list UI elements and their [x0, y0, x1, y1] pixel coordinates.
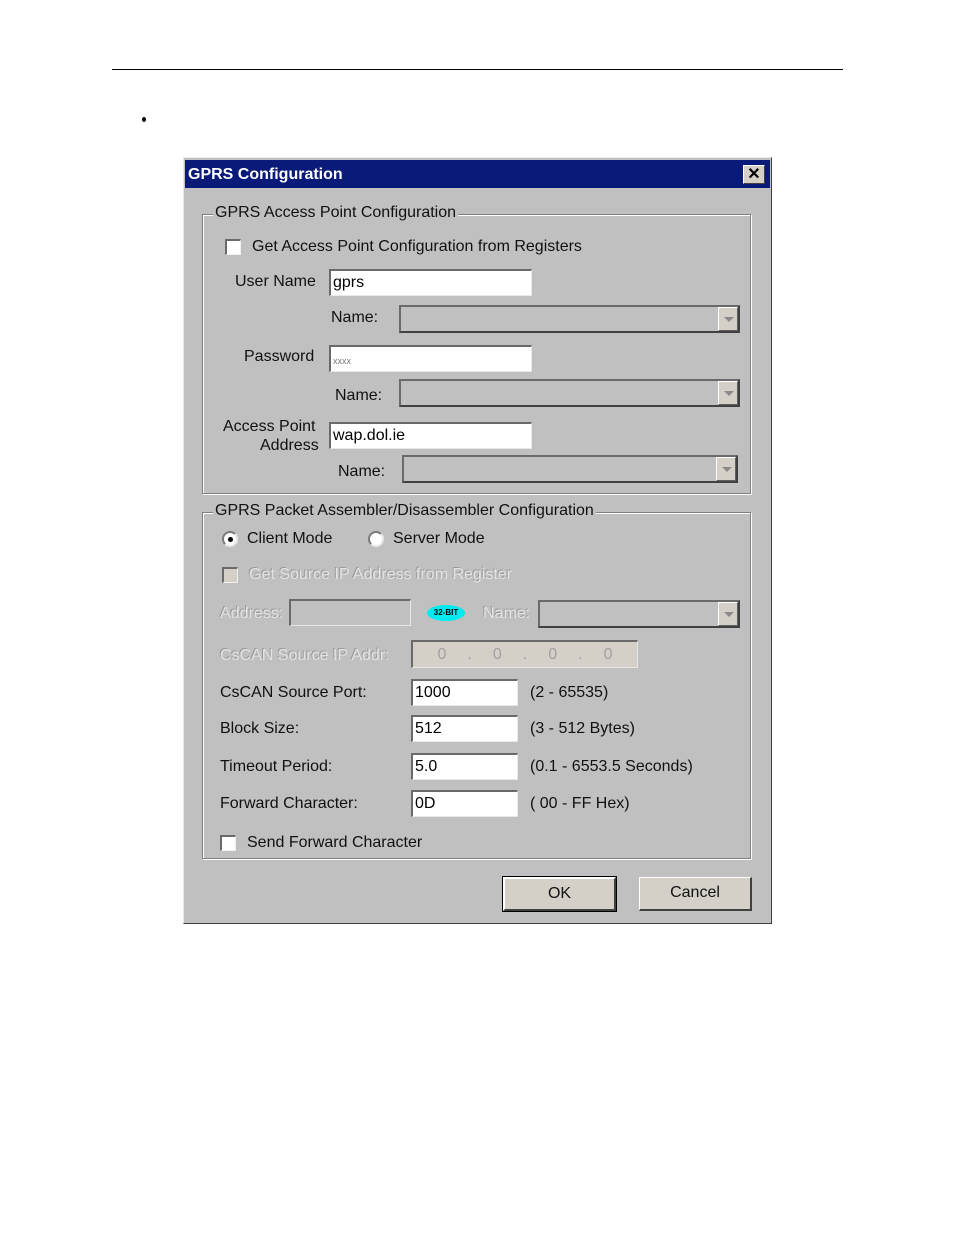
- dialog-title: GPRS Configuration: [188, 166, 343, 183]
- user-name-register-select[interactable]: [399, 305, 740, 333]
- get-access-point-from-registers-checkbox[interactable]: [225, 239, 241, 255]
- access-point-address-label-line2: Address: [260, 437, 319, 454]
- cscan-source-ip-field[interactable]: 0 . 0 . 0 . 0: [411, 640, 638, 668]
- user-name-label: User Name: [235, 273, 316, 290]
- close-icon: ✕: [747, 166, 761, 183]
- chevron-down-icon[interactable]: [718, 307, 738, 331]
- radio-selected-dot: [228, 537, 233, 542]
- ip-separator: .: [578, 645, 583, 663]
- send-forward-character-label: Send Forward Character: [247, 834, 423, 851]
- cancel-button[interactable]: Cancel: [639, 877, 752, 911]
- close-button[interactable]: ✕: [743, 165, 765, 184]
- timeout-period-range: (0.1 - 6553.5 Seconds): [530, 758, 693, 775]
- block-size-label: Block Size:: [220, 720, 300, 737]
- bullet-point: [142, 117, 146, 122]
- user-name-input[interactable]: [329, 269, 532, 296]
- address-register-name-label: Name:: [483, 605, 531, 622]
- password-register-select[interactable]: [399, 379, 740, 407]
- access-point-register-select[interactable]: [402, 455, 738, 483]
- cscan-source-port-range: (2 - 65535): [530, 684, 609, 701]
- timeout-period-input[interactable]: [411, 753, 518, 780]
- cscan-source-ip-label: CsCAN Source IP Addr:: [220, 647, 390, 664]
- 32-bit-badge: 32-BIT: [427, 605, 465, 621]
- access-point-address-input[interactable]: [329, 422, 532, 449]
- user-name-register-name-label: Name:: [331, 309, 379, 326]
- ok-button[interactable]: OK: [502, 876, 617, 912]
- ip-separator: .: [467, 645, 472, 663]
- title-bar[interactable]: GPRS Configuration ✕: [185, 160, 770, 188]
- chevron-down-icon[interactable]: [718, 381, 738, 405]
- server-mode-label: Server Mode: [393, 530, 485, 547]
- forward-character-input[interactable]: [411, 790, 518, 817]
- address-input[interactable]: [289, 599, 411, 626]
- pad-configuration-group-label: GPRS Packet Assembler/Disassembler Confi…: [213, 502, 596, 520]
- get-source-ip-checkbox[interactable]: [222, 567, 238, 583]
- address-register-select[interactable]: [538, 600, 740, 628]
- header-rule: [112, 69, 843, 70]
- chevron-down-icon[interactable]: [718, 602, 738, 626]
- password-label: Password: [244, 348, 315, 365]
- forward-character-range: ( 00 - FF Hex): [530, 795, 630, 812]
- password-input[interactable]: [329, 345, 532, 372]
- get-source-ip-label: Get Source IP Address from Register: [249, 566, 512, 583]
- ip-octet-1: 0: [437, 645, 447, 663]
- get-access-point-from-registers-label: Get Access Point Configuration from Regi…: [252, 238, 582, 255]
- ip-octet-3: 0: [548, 645, 558, 663]
- cscan-source-port-label: CsCAN Source Port:: [220, 684, 367, 701]
- access-point-register-name-label: Name:: [338, 463, 386, 480]
- chevron-down-icon[interactable]: [716, 457, 736, 481]
- password-register-name-label: Name:: [335, 387, 383, 404]
- send-forward-character-checkbox[interactable]: [220, 835, 236, 851]
- access-point-address-label-line1: Access Point: [223, 418, 316, 435]
- access-point-group-label: GPRS Access Point Configuration: [213, 204, 459, 222]
- address-label: Address:: [220, 605, 284, 622]
- ip-separator: .: [522, 645, 528, 663]
- block-size-input[interactable]: [411, 715, 518, 742]
- ip-octet-4: 0: [603, 645, 613, 663]
- forward-character-label: Forward Character:: [220, 795, 358, 812]
- client-mode-label: Client Mode: [247, 530, 333, 547]
- cscan-source-port-input[interactable]: [411, 679, 518, 706]
- client-mode-radio[interactable]: [222, 531, 238, 547]
- timeout-period-label: Timeout Period:: [220, 758, 333, 775]
- ip-octet-2: 0: [492, 645, 502, 663]
- block-size-range: (3 - 512 Bytes): [530, 720, 635, 737]
- server-mode-radio[interactable]: [368, 531, 384, 547]
